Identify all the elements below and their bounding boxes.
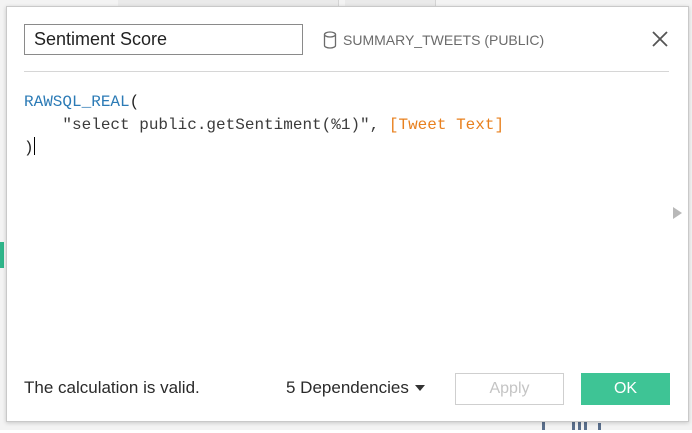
database-icon	[323, 31, 337, 49]
formula-close-paren: )	[24, 139, 34, 157]
formula-editor[interactable]: RAWSQL_REAL( "select public.getSentiment…	[24, 91, 669, 341]
background-selection-marker	[0, 242, 4, 268]
apply-button[interactable]: Apply	[455, 373, 564, 405]
close-icon	[652, 31, 668, 47]
formula-sql-string: "select public.getSentiment(%1)"	[62, 116, 370, 134]
formula-line-3: )	[24, 137, 669, 160]
formula-field-reference: [Tweet Text]	[388, 116, 505, 134]
data-source-name: SUMMARY_TWEETS (PUBLIC)	[343, 32, 545, 48]
formula-line-2: "select public.getSentiment(%1)", [Tweet…	[24, 114, 669, 137]
validation-status: The calculation is valid.	[24, 378, 200, 397]
text-cursor	[33, 137, 35, 155]
calculation-name-input[interactable]	[24, 24, 303, 55]
data-source-label: SUMMARY_TWEETS (PUBLIC)	[323, 30, 544, 50]
ok-button[interactable]: OK	[581, 373, 670, 405]
formula-indent	[24, 116, 62, 134]
header-divider	[24, 71, 669, 72]
formula-line-1: RAWSQL_REAL(	[24, 91, 669, 114]
formula-function-name: RAWSQL_REAL	[24, 93, 130, 111]
dependencies-dropdown[interactable]: 5 Dependencies	[286, 378, 425, 398]
dependencies-label: 5 Dependencies	[286, 378, 409, 397]
close-button[interactable]	[649, 28, 671, 50]
formula-separator: ,	[369, 116, 389, 134]
expand-panel-arrow-icon[interactable]	[673, 207, 682, 219]
calculation-editor-dialog: SUMMARY_TWEETS (PUBLIC) RAWSQL_REAL( "se…	[6, 6, 689, 422]
chevron-down-icon	[414, 385, 425, 391]
formula-open-paren: (	[129, 93, 140, 111]
